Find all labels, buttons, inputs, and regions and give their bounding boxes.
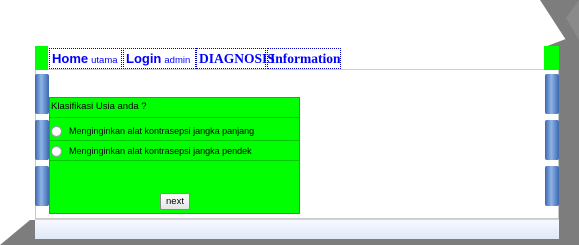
nav-diagnosis-label: DIAGNOSIS — [199, 51, 275, 66]
nav-accent-left — [35, 46, 48, 70]
nav-information-label: Information — [270, 51, 341, 66]
form-divider — [50, 117, 299, 118]
nav-home-sublabel: utama — [91, 55, 118, 66]
radio-long-term[interactable] — [51, 125, 62, 137]
radio-short-term[interactable] — [51, 145, 62, 157]
form-question: Klasifikasi Usia anda ? — [51, 101, 147, 112]
right-side-decoration — [545, 72, 559, 206]
status-bar — [35, 219, 559, 239]
nav-login-sublabel: admin — [164, 55, 191, 66]
nav-home-label: Home — [52, 51, 89, 66]
form-divider — [50, 140, 299, 141]
left-side-decoration — [35, 72, 49, 206]
option-long-term-label: Menginginkan alat kontrasepsi jangka pan… — [69, 126, 255, 136]
nav-home-link[interactable]: Home utama — [49, 48, 122, 69]
option-short-term[interactable]: Menginginkan alat kontrasepsi jangka pen… — [51, 144, 252, 158]
nav-accent-right — [544, 46, 559, 70]
nav-diagnosis-link[interactable]: DIAGNOSIS — [196, 48, 275, 69]
nav-login-label: Login — [126, 51, 162, 66]
form-divider — [50, 160, 299, 161]
next-button[interactable]: next — [160, 193, 190, 210]
nav-login-link[interactable]: Login admin — [123, 48, 196, 69]
option-long-term[interactable]: Menginginkan alat kontrasepsi jangka pan… — [51, 124, 254, 138]
option-short-term-label: Menginginkan alat kontrasepsi jangka pen… — [69, 146, 252, 156]
nav-information-link[interactable]: Information — [267, 48, 341, 69]
